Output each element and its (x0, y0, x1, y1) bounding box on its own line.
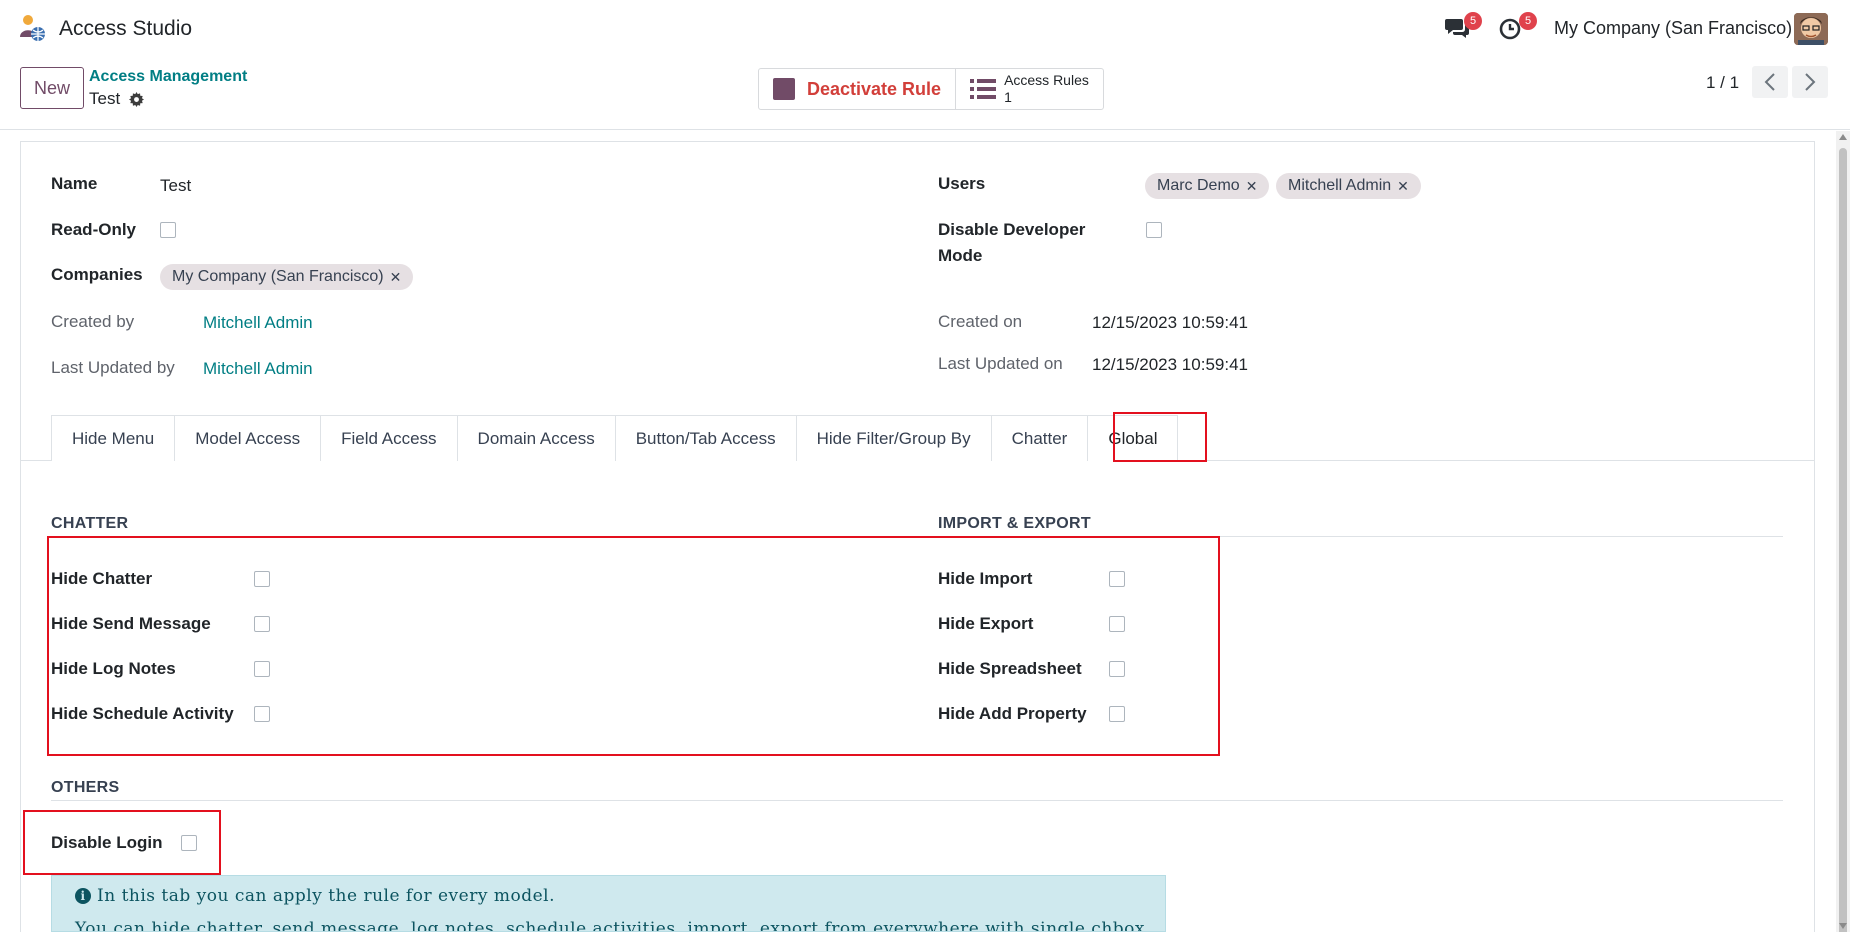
chevron-left-icon (1764, 73, 1775, 91)
user-tag-marc-demo[interactable]: Marc Demo ✕ (1145, 173, 1270, 199)
chevron-right-icon (1805, 73, 1816, 91)
company-tag[interactable]: My Company (San Francisco) ✕ (160, 264, 414, 290)
new-button[interactable]: New (20, 67, 84, 109)
remove-tag-icon[interactable]: ✕ (1246, 178, 1258, 195)
messages-button[interactable]: 5 (1444, 12, 1482, 44)
tab-model-access[interactable]: Model Access (174, 415, 322, 461)
name-label: Name (51, 174, 98, 193)
user-tag-label: Mitchell Admin (1288, 177, 1392, 194)
tab-button-tab-access[interactable]: Button/Tab Access (614, 415, 797, 461)
app-title: Access Studio (59, 17, 193, 40)
scroll-thumb[interactable] (1839, 148, 1847, 932)
avatar-image (1794, 13, 1828, 45)
highlight-global-tab (1113, 412, 1207, 462)
disable-developer-mode-label-2: Mode (938, 246, 983, 265)
smart-buttons: Deactivate Rule Access Rules 1 (758, 68, 1104, 110)
user-tag-mitchell-admin[interactable]: Mitchell Admin ✕ (1276, 173, 1421, 199)
info-text-2: You can hide chatter, send message, log … (75, 919, 1151, 932)
access-rules-button[interactable]: Access Rules 1 (955, 69, 1103, 109)
activities-badge: 5 (1519, 12, 1537, 30)
last-updated-by-link[interactable]: Mitchell Admin (203, 359, 313, 379)
tab-domain-access[interactable]: Domain Access (456, 415, 616, 461)
last-updated-by-label: Last Updated by (51, 358, 175, 377)
access-studio-app-icon[interactable] (18, 13, 48, 43)
user-avatar[interactable] (1794, 13, 1828, 45)
activities-button[interactable]: 5 (1499, 12, 1537, 44)
company-tag-label: My Company (San Francisco) (172, 268, 384, 285)
highlight-disable-login (23, 810, 221, 875)
name-field[interactable]: Test (160, 176, 191, 196)
tab-field-access[interactable]: Field Access (320, 415, 458, 461)
breadcrumb-current: Test (89, 89, 145, 109)
disable-developer-mode-checkbox[interactable] (1146, 222, 1162, 238)
breadcrumb-access-management[interactable]: Access Management (89, 68, 247, 86)
remove-tag-icon[interactable]: ✕ (1397, 178, 1409, 195)
companies-label: Companies (51, 265, 143, 284)
created-on-label: Created on (938, 312, 1023, 331)
last-updated-on-label: Last Updated on (938, 354, 1063, 373)
info-alert: i In this tab you can apply the rule for… (51, 875, 1166, 932)
import-export-section-title: IMPORT & EXPORT (938, 515, 1091, 532)
scroll-down-arrow-icon[interactable] (1839, 923, 1847, 929)
created-on-value: 12/15/2023 10:59:41 (1092, 313, 1248, 332)
created-by-link[interactable]: Mitchell Admin (203, 313, 313, 333)
company-switcher[interactable]: My Company (San Francisco) (1554, 18, 1792, 39)
chatter-section-title: CHATTER (51, 515, 129, 532)
info-icon: i (75, 888, 91, 904)
deactivate-rule-label: Deactivate Rule (807, 78, 942, 99)
created-by-label: Created by (51, 312, 135, 331)
gear-icon[interactable] (129, 91, 145, 107)
highlight-chatter-import-section (47, 536, 1220, 756)
notebook-tabs: Hide Menu Model Access Field Access Doma… (51, 415, 1179, 461)
pager-next-button[interactable] (1792, 66, 1828, 98)
record-name: Test (89, 89, 121, 108)
stop-icon (773, 78, 795, 100)
read-only-checkbox[interactable] (160, 222, 176, 238)
others-divider (51, 800, 1783, 801)
read-only-label: Read-Only (51, 220, 137, 239)
list-icon (970, 79, 997, 99)
messages-badge: 5 (1464, 12, 1482, 30)
page-scrollbar[interactable] (1836, 131, 1850, 932)
tab-hide-menu[interactable]: Hide Menu (51, 415, 176, 461)
others-section-title: OTHERS (51, 779, 120, 796)
last-updated-on-value: 12/15/2023 10:59:41 (1092, 355, 1248, 374)
pager-previous-button[interactable] (1752, 66, 1788, 98)
disable-developer-mode-label: Disable Developer (938, 220, 1086, 239)
tab-chatter[interactable]: Chatter (990, 415, 1089, 461)
tab-hide-filter-group-by[interactable]: Hide Filter/Group By (795, 415, 992, 461)
deactivate-rule-button[interactable]: Deactivate Rule (759, 69, 955, 109)
access-rules-count: 1 (1004, 89, 1012, 105)
access-rules-label: Access Rules (1004, 72, 1089, 88)
users-label: Users (938, 174, 986, 193)
info-line-1: i In this tab you can apply the rule for… (75, 886, 555, 906)
remove-tag-icon[interactable]: ✕ (390, 269, 402, 286)
control-panel: New Access Management Test Deactivate Ru… (0, 57, 1850, 130)
top-navbar: Access Studio 5 5 My Company (San Franci… (0, 0, 1850, 57)
info-text-1: In this tab you can apply the rule for e… (97, 886, 555, 906)
scroll-up-arrow-icon[interactable] (1839, 134, 1847, 140)
user-tag-label: Marc Demo (1157, 177, 1240, 194)
pager-value[interactable]: 1 / 1 (1706, 73, 1739, 93)
